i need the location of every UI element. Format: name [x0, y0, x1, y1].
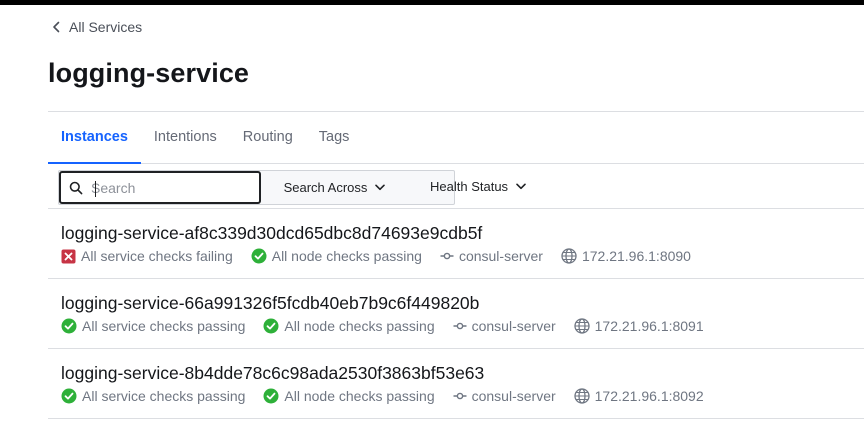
service-checks-status: All service checks passing: [61, 388, 245, 404]
instance-address: 172.21.96.1:8092: [573, 388, 704, 404]
node-checks-label: All node checks passing: [284, 318, 435, 334]
check-circle-icon: [61, 388, 77, 404]
git-commit-icon: [453, 392, 467, 400]
search-across-dropdown[interactable]: Search Across: [263, 171, 406, 204]
instance-meta: All service checks passing All node chec…: [61, 388, 722, 404]
instance-address-label: 172.21.96.1:8091: [594, 318, 704, 334]
instance-name[interactable]: logging-service-af8c339d30dcd65dbc8d7469…: [61, 223, 482, 244]
globe-icon: [573, 318, 590, 334]
git-commit-icon: [440, 252, 454, 260]
node-name-label: consul-server: [471, 318, 556, 334]
git-commit-icon: [453, 322, 467, 330]
instance-address: 172.21.96.1:8090: [561, 248, 691, 264]
check-circle-icon: [251, 248, 267, 264]
page-title: logging-service: [48, 58, 250, 88]
search-icon: [69, 181, 83, 194]
node-checks-status: All node checks passing: [263, 388, 435, 404]
search-across-label: Search Across: [283, 180, 368, 195]
tab-bar: Instances Intentions Routing Tags: [48, 112, 864, 164]
service-checks-status: All service checks passing: [61, 318, 245, 334]
tab-instances[interactable]: Instances: [48, 112, 141, 164]
top-bar: [0, 0, 864, 5]
search-input[interactable]: [91, 179, 241, 196]
node-name: consul-server: [453, 318, 556, 334]
search-group: Search Across: [58, 170, 455, 205]
text-caret: [95, 181, 96, 197]
back-link-all-services[interactable]: All Services: [52, 17, 142, 37]
service-checks-label: All service checks passing: [82, 318, 246, 334]
node-checks-label: All node checks passing: [271, 248, 422, 264]
tab-intentions[interactable]: Intentions: [141, 112, 230, 163]
instance-row[interactable]: logging-service-8b4dde78c6c98ada2530f386…: [48, 349, 864, 419]
instance-row[interactable]: logging-service-af8c339d30dcd65dbc8d7469…: [48, 209, 864, 279]
instance-row[interactable]: logging-service-66a991326f5fcdb40eb7b9c6…: [48, 279, 864, 349]
service-checks-status: All service checks failing: [61, 248, 233, 264]
service-checks-label: All service checks passing: [82, 388, 246, 404]
instance-address: 172.21.96.1:8091: [573, 318, 704, 334]
check-circle-icon: [263, 388, 279, 404]
node-checks-label: All node checks passing: [284, 388, 435, 404]
instance-name[interactable]: logging-service-8b4dde78c6c98ada2530f386…: [61, 363, 484, 384]
health-status-dropdown[interactable]: Health Status: [430, 170, 526, 203]
chevron-left-icon: [53, 21, 60, 33]
instance-list: logging-service-af8c339d30dcd65dbc8d7469…: [48, 209, 864, 419]
globe-icon: [573, 388, 590, 404]
node-name: consul-server: [440, 248, 543, 264]
node-name-label: consul-server: [471, 388, 556, 404]
tab-routing[interactable]: Routing: [230, 112, 306, 163]
back-link-label: All Services: [69, 19, 143, 35]
filter-bar: Search Across Health Status: [48, 164, 864, 209]
instance-address-label: 172.21.96.1:8092: [594, 388, 704, 404]
node-checks-status: All node checks passing: [263, 318, 435, 334]
tab-tags[interactable]: Tags: [306, 112, 363, 163]
node-name: consul-server: [453, 388, 556, 404]
search-field[interactable]: [59, 171, 261, 204]
globe-icon: [561, 248, 577, 264]
health-status-label: Health Status: [430, 179, 509, 194]
x-square-icon: [61, 249, 76, 263]
instance-name[interactable]: logging-service-66a991326f5fcdb40eb7b9c6…: [61, 293, 479, 314]
chevron-down-icon: [375, 184, 386, 191]
instance-meta: All service checks failing All node chec…: [61, 248, 709, 264]
instance-address-label: 172.21.96.1:8090: [581, 248, 691, 264]
instance-meta: All service checks passing All node chec…: [61, 318, 722, 334]
chevron-down-icon: [516, 183, 526, 190]
node-name-label: consul-server: [458, 248, 543, 264]
check-circle-icon: [61, 318, 77, 334]
check-circle-icon: [263, 318, 279, 334]
service-checks-label: All service checks failing: [81, 248, 233, 264]
node-checks-status: All node checks passing: [251, 248, 422, 264]
